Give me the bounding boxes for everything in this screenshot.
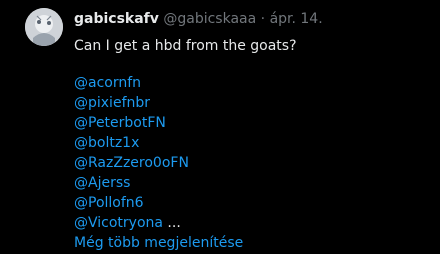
mention-list: @acornfn @pixiefnbr @PeterbotFN @boltz1x… <box>74 73 243 253</box>
mention-link[interactable]: @RazZzero0oFN <box>74 155 189 171</box>
list-item: @Vicotryona ... <box>74 213 243 233</box>
avatar-image <box>25 8 63 46</box>
user-handle[interactable]: @gabicskaaa <box>163 11 256 27</box>
display-name[interactable]: gabicskafv <box>74 11 159 27</box>
list-item: @RazZzero0oFN <box>74 153 243 173</box>
mention-link[interactable]: @acornfn <box>74 75 141 91</box>
list-item: @PeterbotFN <box>74 113 243 133</box>
separator-dot: · <box>260 11 266 27</box>
mention-link[interactable]: @pixiefnbr <box>74 95 150 111</box>
tweet-text: Can I get a hbd from the goats? <box>74 38 297 54</box>
list-item: @boltz1x <box>74 133 243 153</box>
list-item: @pixiefnbr <box>74 93 243 113</box>
tweet-header: gabicskafv @gabicskaaa · ápr. 14. <box>74 10 323 28</box>
show-more-link[interactable]: Még több megjelenítése <box>74 235 243 251</box>
truncation-ellipsis: ... <box>162 215 181 231</box>
mention-link[interactable]: @PeterbotFN <box>74 115 166 131</box>
list-item: @Pollofn6 <box>74 193 243 213</box>
mention-link[interactable]: @Ajerss <box>74 175 130 191</box>
tweet-date[interactable]: ápr. 14. <box>270 11 323 27</box>
list-item: Még több megjelenítése <box>74 233 243 253</box>
avatar[interactable] <box>25 8 63 46</box>
mention-link[interactable]: @Vicotryona <box>74 215 163 231</box>
mention-link[interactable]: @Pollofn6 <box>74 195 144 211</box>
list-item: @Ajerss <box>74 173 243 193</box>
mention-link[interactable]: @boltz1x <box>74 135 139 151</box>
list-item: @acornfn <box>74 73 243 93</box>
